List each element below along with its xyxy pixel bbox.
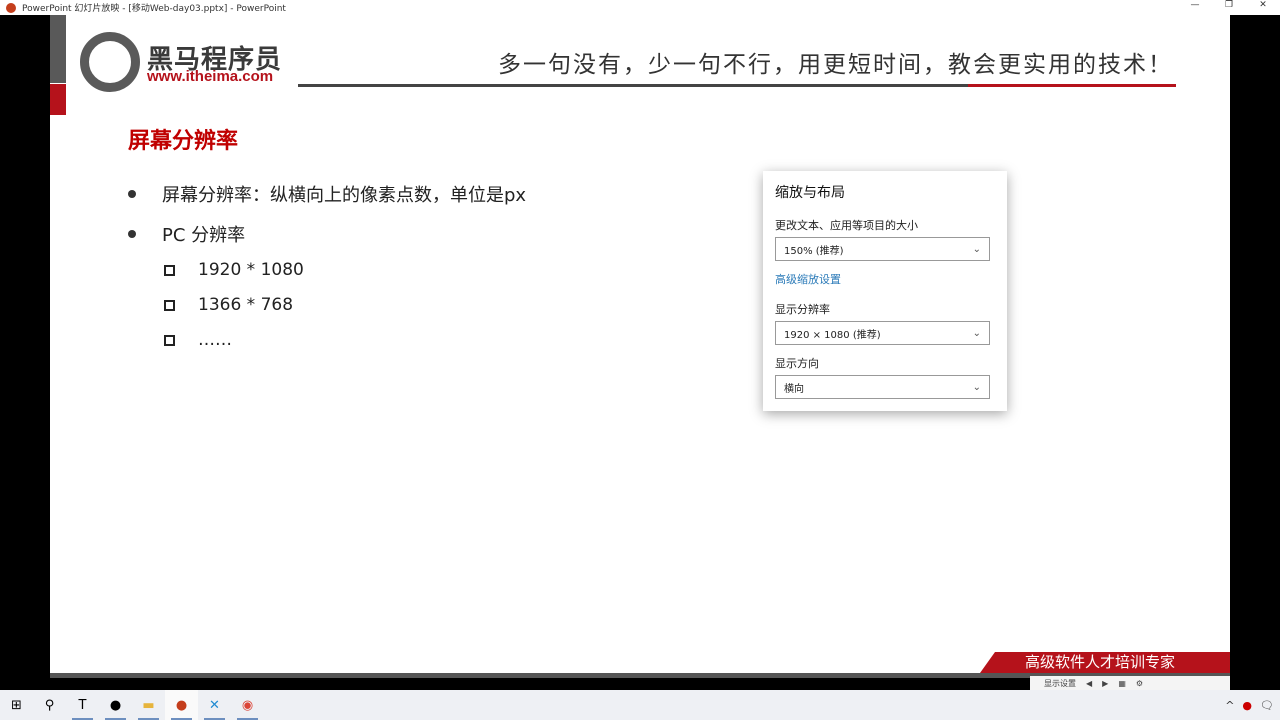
slogan: 多一句没有，少一句不行，用更短时间，教会更实用的技术！ [498, 52, 1173, 78]
scale-value: 150% (推荐) [784, 245, 844, 257]
file-explorer-icon[interactable]: ▬ [132, 690, 165, 720]
sub-bullet-item: 1366 * 768 [164, 295, 293, 315]
search-icon[interactable]: ⚲ [33, 690, 66, 720]
header-divider-accent [968, 84, 1176, 87]
sub-bullet-text: 1920 * 1080 [198, 260, 304, 280]
chevron-down-icon: ⌄ [972, 381, 981, 393]
display-settings-screenshot: 缩放与布局 更改文本、应用等项目的大小 150% (推荐) ⌄ 高级缩放设置 显示… [763, 171, 1007, 411]
taskbar: ⊞ ⚲ T ● ▬ ● ✕ ◉ ^ ● 🗨 [0, 690, 1280, 720]
square-bullet-icon [164, 264, 175, 276]
powerpoint-icon[interactable]: ● [165, 690, 198, 720]
window-title: PowerPoint 幻灯片放映 - [移动Web-day03.pptx] - … [22, 4, 286, 14]
minimize-button[interactable]: — [1178, 0, 1212, 10]
vscode-icon[interactable]: ✕ [198, 690, 231, 720]
scale-label: 更改文本、应用等项目的大小 [775, 219, 918, 232]
start-icon[interactable]: ⊞ [0, 690, 33, 720]
scale-select: 150% (推荐) ⌄ [775, 237, 990, 261]
window-titlebar: PowerPoint 幻灯片放映 - [移动Web-day03.pptx] - … [0, 0, 1280, 15]
panel-heading: 缩放与布局 [775, 185, 845, 201]
horse-logo-icon [80, 32, 140, 92]
bullet-dot-icon [128, 230, 136, 238]
resolution-label: 显示分辨率 [775, 303, 830, 316]
header-divider [298, 84, 968, 87]
chevron-down-icon: ⌄ [972, 243, 981, 255]
advanced-scaling-link: 高级缩放设置 [775, 273, 841, 286]
sub-bullet-text: 1366 * 768 [198, 295, 294, 315]
notification-icon[interactable]: 🗨 [1260, 699, 1274, 712]
obs-icon[interactable]: ● [99, 690, 132, 720]
chevron-up-icon[interactable]: ^ [1225, 699, 1234, 712]
typora-icon[interactable]: T [66, 690, 99, 720]
grid-icon[interactable]: ▦ [1118, 679, 1126, 688]
sub-bullet-text: …… [198, 330, 232, 350]
resolution-select: 1920 × 1080 (推荐) ⌄ [775, 321, 990, 345]
chevron-down-icon: ⌄ [972, 327, 981, 339]
restore-button[interactable]: ❐ [1212, 0, 1246, 10]
prev-icon[interactable]: ◀ [1086, 679, 1092, 688]
close-button[interactable]: ✕ [1246, 0, 1280, 10]
footer-banner: 高级软件人才培训专家 [980, 652, 1230, 673]
logo-url: www.itheima.com [147, 68, 274, 85]
resolution-value: 1920 × 1080 (推荐) [784, 329, 881, 341]
bullet-text: 屏幕分辨率：纵横向上的像素点数，单位是px [162, 185, 527, 206]
slide-title: 屏幕分辨率 [128, 129, 239, 154]
decor-strip-red [50, 84, 66, 115]
powerpoint-icon [6, 2, 16, 13]
app-tray-icon[interactable]: ● [1242, 699, 1252, 712]
square-bullet-icon [164, 299, 175, 311]
bullet-dot-icon [128, 190, 136, 198]
bullet-item: 屏幕分辨率：纵横向上的像素点数，单位是px [128, 181, 526, 207]
sub-bullet-item: 1920 * 1080 [164, 260, 304, 280]
chrome-icon[interactable]: ◉ [231, 690, 264, 720]
sub-bullet-item: …… [164, 330, 232, 350]
system-tray: ^ ● 🗨 [1225, 690, 1274, 720]
slide: 黑马程序员 www.itheima.com 多一句没有，少一句不行，用更短时间，… [50, 15, 1230, 673]
next-icon[interactable]: ▶ [1102, 679, 1108, 688]
bullet-text: PC 分辨率 [162, 225, 246, 246]
settings-icon[interactable]: ⚙ [1136, 679, 1143, 688]
square-bullet-icon [164, 334, 175, 346]
display-settings-button[interactable]: 显示设置 [1044, 678, 1076, 689]
orientation-select: 横向 ⌄ [775, 375, 990, 399]
orientation-value: 横向 [784, 383, 804, 395]
decor-strip-gray [50, 15, 66, 83]
bullet-item: PC 分辨率 [128, 221, 245, 247]
orientation-label: 显示方向 [775, 357, 819, 370]
slideshow-controls: 显示设置 ◀ ▶ ▦ ⚙ [1030, 676, 1230, 690]
